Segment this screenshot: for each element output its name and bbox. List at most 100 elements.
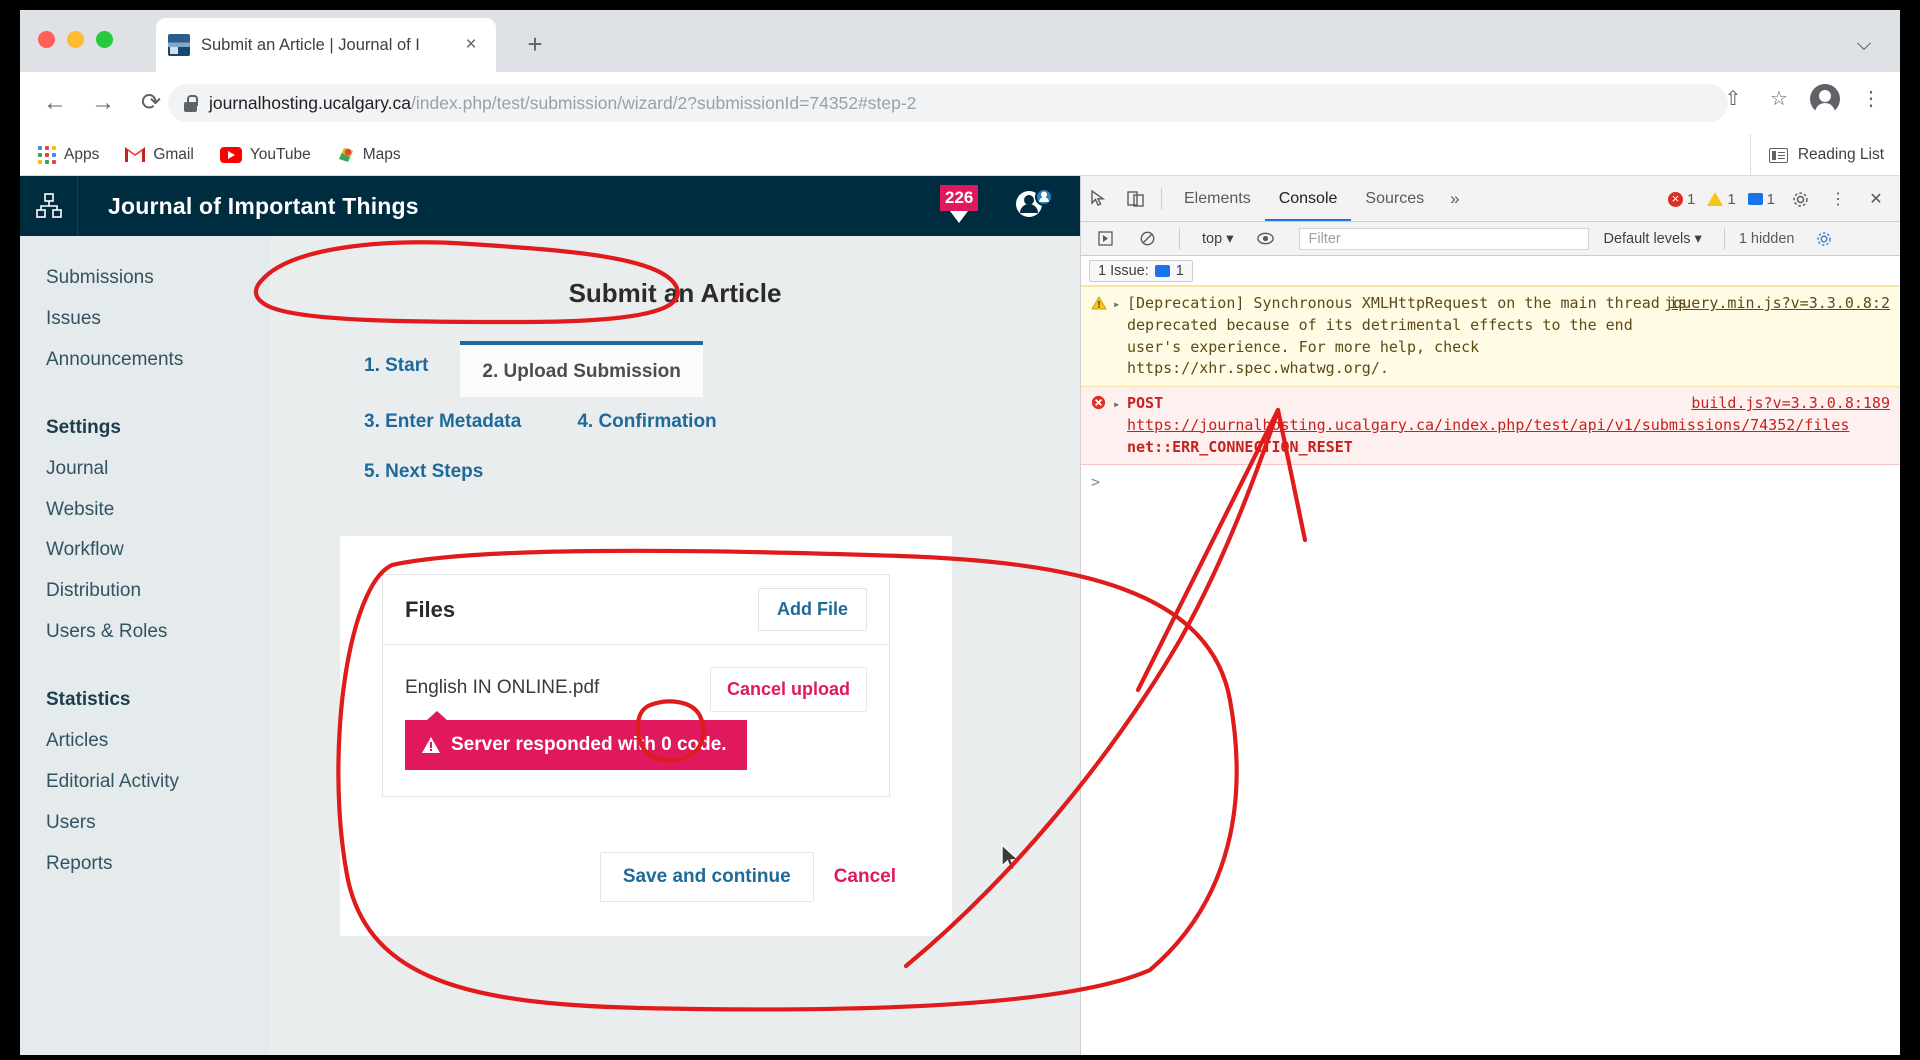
console-source-link[interactable]: build.js?v=3.3.0.8:189 — [1691, 393, 1890, 415]
console-filter-input[interactable]: Filter — [1299, 227, 1590, 250]
upload-error-wrapper: Server responded with 0 code. — [383, 711, 889, 796]
message-count-badge[interactable]: 1 — [1743, 191, 1780, 208]
tab-step-4-confirmation[interactable]: 4. Confirmation — [555, 397, 738, 447]
reading-list-icon — [1768, 147, 1788, 163]
tab-sources[interactable]: Sources — [1351, 176, 1438, 221]
sidebar-item-issues[interactable]: Issues — [20, 299, 270, 340]
browser-window: Submit an Article | Journal of I × + ⌵ ←… — [20, 10, 1900, 1055]
console-error-text: POST https://journalhosting.ucalgary.ca/… — [1127, 393, 1849, 458]
execute-icon[interactable] — [1087, 224, 1123, 254]
issue-count: 1 — [1175, 262, 1184, 279]
console-message-error[interactable]: ▸ POST https://journalhosting.ucalgary.c… — [1081, 387, 1900, 466]
reading-list-button[interactable]: Reading List — [1749, 134, 1884, 176]
sidebar-item-submissions[interactable]: Submissions — [20, 258, 270, 299]
reload-button[interactable]: ⟳ — [134, 86, 168, 120]
share-icon[interactable]: ⇧ — [1718, 84, 1748, 114]
tab-step-3-enter-metadata[interactable]: 3. Enter Metadata — [342, 397, 543, 447]
sidebar-item-articles[interactable]: Articles — [20, 721, 270, 762]
sidebar-heading-statistics: Statistics — [46, 689, 131, 711]
journal-title: Journal of Important Things — [108, 192, 419, 219]
save-and-continue-button[interactable]: Save and continue — [599, 852, 814, 902]
console-prompt[interactable]: > — [1081, 465, 1900, 499]
gear-icon[interactable] — [1806, 224, 1842, 254]
profile-avatar[interactable] — [1810, 84, 1840, 116]
error-count-badge[interactable]: 1 — [1663, 190, 1700, 208]
bookmark-label: YouTube — [249, 145, 311, 163]
cancel-button[interactable]: Cancel — [820, 853, 910, 901]
add-file-button[interactable]: Add File — [758, 588, 867, 631]
back-button[interactable]: ← — [38, 86, 72, 120]
tab-console[interactable]: Console — [1264, 176, 1352, 221]
log-levels-selector[interactable]: Default levels ▾ — [1595, 231, 1709, 247]
sidebar-item-users-roles[interactable]: Users & Roles — [20, 612, 270, 653]
divider — [1161, 187, 1162, 210]
hidden-messages-count[interactable]: 1 hidden — [1739, 231, 1795, 247]
bookmark-youtube[interactable]: YouTube — [219, 145, 311, 164]
mouse-cursor — [1001, 844, 1020, 871]
sidebar-item-distribution[interactable]: Distribution — [20, 571, 270, 612]
live-expression-icon[interactable] — [1247, 224, 1283, 254]
gear-icon[interactable] — [1782, 184, 1818, 214]
chevron-down-icon[interactable]: ⌵ — [1850, 32, 1878, 60]
site-favicon — [168, 34, 190, 56]
kebab-menu-icon[interactable]: ⋮ — [1856, 84, 1886, 114]
toolbar-actions: ⇧ ☆ ⋮ — [1718, 84, 1886, 116]
page-title: Submit an Article — [568, 278, 782, 308]
message-count: 1 — [1766, 190, 1775, 208]
device-toolbar-icon[interactable] — [1117, 184, 1153, 214]
browser-tab[interactable]: Submit an Article | Journal of I × — [156, 18, 496, 72]
cancel-upload-button[interactable]: Cancel upload — [709, 667, 867, 712]
kebab-menu-icon[interactable]: ⋮ — [1820, 184, 1856, 214]
sidebar-item-reports[interactable]: Reports — [20, 844, 270, 885]
sidebar-item-journal[interactable]: Journal — [20, 449, 270, 490]
minimize-window-button[interactable] — [67, 31, 84, 48]
address-bar[interactable]: journalhosting.ucalgary.ca/index.php/tes… — [168, 84, 1728, 122]
issues-chip[interactable]: 1 Issue: 1 — [1089, 259, 1193, 282]
inspect-element-icon[interactable] — [1081, 184, 1117, 214]
ojs-header: Journal of Important Things 226 — [20, 176, 1080, 236]
more-tabs-icon[interactable]: » — [1438, 189, 1471, 209]
console-source-link[interactable]: jquery.min.js?v=3.3.0.8:2 — [1664, 293, 1890, 315]
tab-step-5-next-steps[interactable]: 5. Next Steps — [342, 447, 505, 497]
bookmark-label: Gmail — [153, 145, 194, 163]
ojs-logo-icon[interactable] — [20, 176, 78, 236]
tab-step-2-upload-submission[interactable]: 2. Upload Submission — [460, 341, 703, 397]
sidebar-item-website[interactable]: Website — [20, 490, 270, 531]
clear-console-icon[interactable] — [1129, 224, 1165, 254]
browser-tab-strip: Submit an Article | Journal of I × + ⌵ — [20, 10, 1900, 72]
files-title: Files — [405, 596, 456, 622]
bookmark-label: Maps — [362, 145, 401, 163]
warning-count-badge[interactable]: 1 — [1702, 191, 1740, 208]
forward-button[interactable]: → — [86, 86, 120, 120]
tab-elements[interactable]: Elements — [1170, 176, 1265, 221]
user-account-icon[interactable] — [1012, 186, 1058, 226]
bookmark-gmail[interactable]: Gmail — [125, 145, 194, 164]
bookmark-apps[interactable]: Apps — [38, 145, 100, 164]
console-message-warning[interactable]: ▸ [Deprecation] Synchronous XMLHttpReque… — [1081, 286, 1900, 387]
sidebar-item-announcements[interactable]: Announcements — [20, 340, 270, 381]
notifications-button[interactable]: 226 — [938, 183, 984, 229]
maximize-window-button[interactable] — [96, 31, 113, 48]
expand-arrow-icon[interactable]: ▸ — [1113, 393, 1127, 458]
sidebar-item-users[interactable]: Users — [20, 803, 270, 844]
bookmark-maps[interactable]: Maps — [337, 146, 401, 164]
devtools-panel: Elements Console Sources » 1 1 1 — [1080, 176, 1900, 1055]
bookmark-label: Apps — [64, 145, 100, 163]
console-context-selector[interactable]: top ▾ — [1194, 231, 1241, 247]
tab-step-1-start[interactable]: 1. Start — [342, 341, 450, 391]
close-window-button[interactable] — [38, 31, 55, 48]
close-icon[interactable]: ✕ — [1858, 184, 1894, 214]
sidebar-item-editorial-activity[interactable]: Editorial Activity — [20, 762, 270, 803]
new-tab-button[interactable]: + — [520, 30, 550, 60]
expand-arrow-icon[interactable]: ▸ — [1113, 293, 1127, 380]
sidebar-item-workflow[interactable]: Workflow — [20, 530, 270, 571]
browser-toolbar: ← → ⟳ journalhosting.ucalgary.ca/index.p… — [20, 72, 1900, 134]
window-traffic-lights[interactable] — [38, 31, 113, 48]
page-viewport: Journal of Important Things 226 Submissi… — [20, 176, 1080, 1055]
close-icon[interactable]: × — [458, 32, 484, 58]
request-url[interactable]: https://journalhosting.ucalgary.ca/index… — [1127, 416, 1849, 434]
upload-submission-panel: Files Add File English IN ONLINE.pdf Can… — [340, 536, 952, 936]
maps-icon — [337, 146, 355, 164]
bookmark-star-icon[interactable]: ☆ — [1764, 84, 1794, 114]
